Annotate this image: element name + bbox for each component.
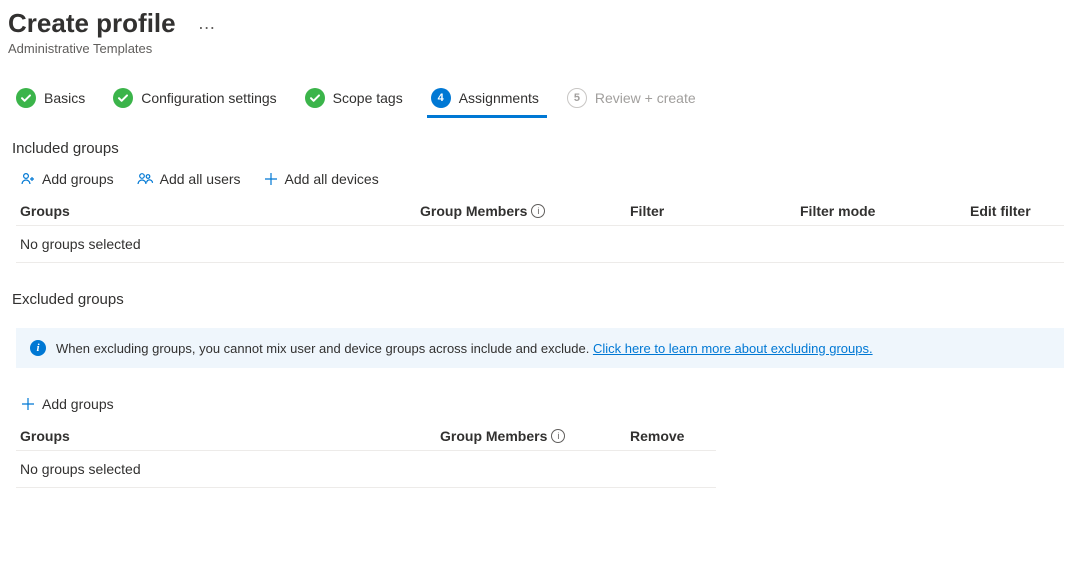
add-groups-button[interactable]: Add groups (20, 396, 114, 412)
step-configuration-settings[interactable]: Configuration settings (113, 88, 276, 116)
col-group-members[interactable]: Group Members i (440, 428, 630, 444)
step-label: Basics (44, 90, 85, 106)
excluded-info-banner: i When excluding groups, you cannot mix … (16, 328, 1064, 368)
step-scope-tags[interactable]: Scope tags (305, 88, 403, 116)
add-all-users-button[interactable]: Add all users (136, 171, 241, 187)
excluded-toolbar: Add groups (0, 388, 1080, 422)
checkmark-icon (305, 88, 325, 108)
excluded-table-header: Groups Group Members i Remove (0, 422, 730, 450)
add-all-devices-button[interactable]: Add all devices (263, 171, 379, 187)
excluded-table: Groups Group Members i Remove No groups … (0, 422, 730, 488)
col-group-members[interactable]: Group Members i (420, 203, 630, 219)
info-icon: i (30, 340, 46, 356)
step-number-icon: 5 (567, 88, 587, 108)
section-title-excluded: Excluded groups (0, 283, 1080, 314)
info-icon[interactable]: i (531, 204, 545, 218)
people-icon (136, 171, 154, 187)
included-toolbar: Add groups Add all users Add all devices (0, 163, 1080, 197)
person-plus-icon (20, 171, 36, 187)
included-groups-section: Included groups Add groups Ad (0, 132, 1080, 263)
col-groups[interactable]: Groups (20, 428, 440, 444)
col-remove[interactable]: Remove (630, 428, 740, 444)
col-filter-mode[interactable]: Filter mode (800, 203, 970, 219)
page-title: Create profile (8, 8, 176, 39)
more-actions-icon[interactable]: … (198, 13, 218, 34)
step-label: Assignments (459, 90, 539, 106)
plus-icon (263, 171, 279, 187)
checkmark-icon (16, 88, 36, 108)
plus-icon (20, 396, 36, 412)
step-assignments[interactable]: 4 Assignments (431, 88, 539, 116)
page-subtitle: Administrative Templates (0, 39, 1080, 80)
step-label: Scope tags (333, 90, 403, 106)
button-label: Add groups (42, 171, 114, 187)
included-empty-text: No groups selected (0, 226, 1080, 262)
divider (16, 262, 1064, 263)
included-table: Groups Group Members i Filter Filter mod… (0, 197, 1080, 263)
banner-learn-more-link[interactable]: Click here to learn more about excluding… (593, 341, 873, 356)
banner-text: When excluding groups, you cannot mix us… (56, 341, 873, 356)
col-label: Group Members (420, 203, 527, 219)
excluded-groups-section: Excluded groups i When excluding groups,… (0, 283, 1080, 488)
page-header: Create profile … (0, 0, 1080, 39)
button-label: Add all devices (285, 171, 379, 187)
add-groups-button[interactable]: Add groups (20, 171, 114, 187)
col-filter[interactable]: Filter (630, 203, 800, 219)
col-label: Group Members (440, 428, 547, 444)
wizard-steps: Basics Configuration settings Scope tags… (0, 80, 1080, 122)
checkmark-icon (113, 88, 133, 108)
banner-message: When excluding groups, you cannot mix us… (56, 341, 593, 356)
info-icon[interactable]: i (551, 429, 565, 443)
step-label: Review + create (595, 90, 696, 106)
step-review-create[interactable]: 5 Review + create (567, 88, 696, 116)
button-label: Add all users (160, 171, 241, 187)
divider (16, 487, 716, 488)
section-title-included: Included groups (0, 132, 1080, 163)
included-table-header: Groups Group Members i Filter Filter mod… (0, 197, 1080, 225)
col-edit-filter[interactable]: Edit filter (970, 203, 1080, 219)
button-label: Add groups (42, 396, 114, 412)
step-label: Configuration settings (141, 90, 276, 106)
excluded-empty-text: No groups selected (0, 451, 730, 487)
step-basics[interactable]: Basics (16, 88, 85, 116)
col-groups[interactable]: Groups (20, 203, 420, 219)
step-number-icon: 4 (431, 88, 451, 108)
